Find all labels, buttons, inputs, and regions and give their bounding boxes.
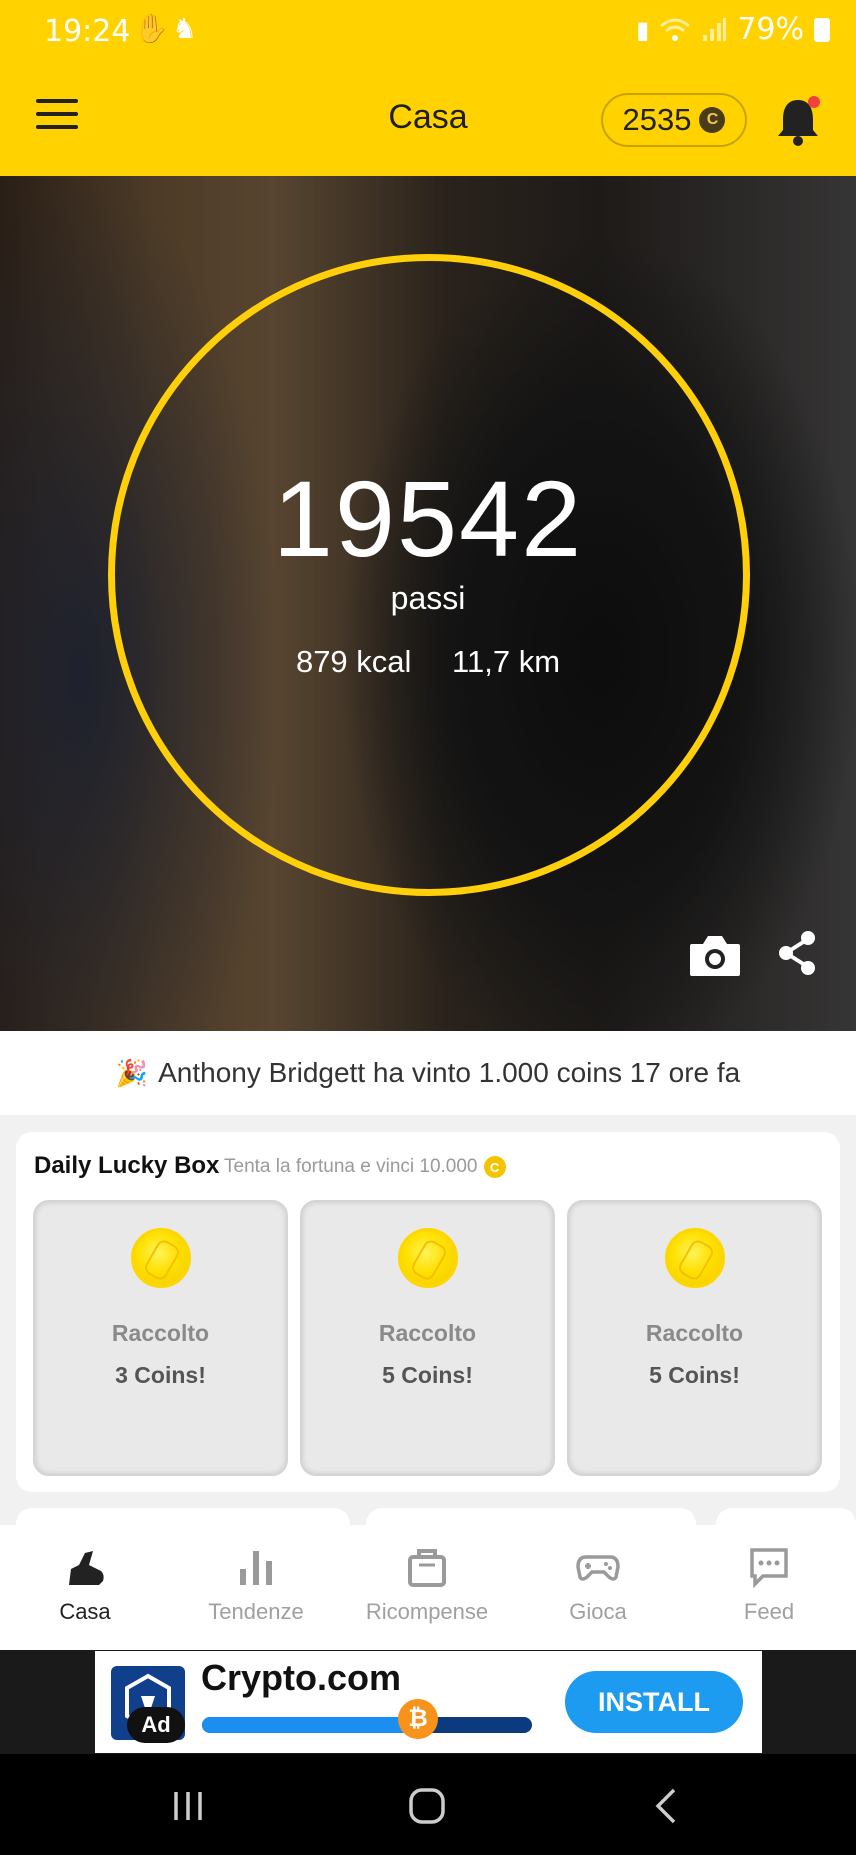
coin-icon <box>398 1228 458 1288</box>
shoe-icon <box>63 1545 107 1589</box>
bar-chart-icon <box>234 1545 278 1589</box>
bitcoin-icon: ₿ <box>398 1699 438 1739</box>
app-screen: 19:24 ✋ ♞ ▮ 79% Casa 2535 C 19542 passi … <box>0 0 856 1855</box>
ad-badge: Ad <box>127 1707 185 1743</box>
app-header: Casa 2535 C <box>0 66 856 176</box>
notification-dot <box>808 96 820 108</box>
winner-banner: 🎉 Anthony Bridgett ha vinto 1.000 coins … <box>0 1031 856 1115</box>
notification-icon: ✋ <box>134 12 169 45</box>
distance-value: 11,7 km <box>452 644 561 679</box>
steps-label: passi <box>390 580 466 616</box>
system-navigation-bar <box>0 1754 856 1855</box>
coin-icon <box>665 1228 725 1288</box>
battery-icon <box>814 17 830 42</box>
ad-banner[interactable]: Crypto.com ₿ Ad INSTALL <box>95 1651 762 1753</box>
coin-balance: 2535 <box>622 102 692 137</box>
winner-message: Anthony Bridgett ha vinto 1.000 coins 17… <box>158 1057 741 1088</box>
camera-icon[interactable] <box>688 932 742 978</box>
battery-percent: 79% <box>737 12 804 47</box>
status-right: ▮ 79% <box>636 12 830 47</box>
coin-balance-button[interactable]: 2535 C <box>601 93 747 147</box>
lucky-box-label: Raccolto <box>645 1320 744 1346</box>
bottom-navigation: Casa Tendenze Ricompense Gioca Feed <box>0 1525 856 1650</box>
lucky-box-prize: 5 Coins! <box>382 1362 473 1388</box>
coin-icon: C <box>483 1156 506 1178</box>
battery-saver-icon: ▮ <box>636 15 650 44</box>
lucky-box-subtitle: Tenta la fortuna e vinci 10.000 C <box>224 1156 506 1178</box>
activity-stats: 879 kcal 11,7 km <box>0 644 856 680</box>
coin-icon: C <box>699 107 726 133</box>
notification-bell-icon[interactable] <box>774 96 822 146</box>
status-bar: 19:24 ✋ ♞ ▮ 79% <box>0 0 856 66</box>
daily-lucky-box-card: Daily Lucky Box Tenta la fortuna e vinci… <box>16 1132 840 1492</box>
lucky-box-subtitle-text: Tenta la fortuna e vinci 10.000 <box>224 1156 478 1177</box>
lucky-box-label: Raccolto <box>111 1320 210 1346</box>
nav-label: Feed <box>743 1599 795 1624</box>
home-icon[interactable] <box>397 1784 457 1828</box>
lucky-box-3[interactable]: Raccolto 5 Coins! <box>567 1200 822 1476</box>
gamepad-icon <box>576 1545 620 1589</box>
step-count: 19542 <box>272 458 584 579</box>
nav-label: Casa <box>59 1599 111 1624</box>
nav-item-ricompense[interactable]: Ricompense <box>342 1545 512 1625</box>
lucky-box-title: Daily Lucky Box <box>34 1152 220 1179</box>
step-tracker-hero: 19542 passi 879 kcal 11,7 km <box>0 176 856 1031</box>
ad-progress-bar <box>202 1717 532 1733</box>
lucky-box-prize: 3 Coins! <box>115 1362 206 1388</box>
party-popper-icon: 🎉 <box>115 1057 149 1088</box>
nav-label: Tendenze <box>208 1599 304 1624</box>
nav-item-tendenze[interactable]: Tendenze <box>171 1545 341 1625</box>
signal-icon <box>703 17 727 41</box>
lucky-box-prize: 5 Coins! <box>649 1362 740 1388</box>
nav-label: Ricompense <box>365 1599 489 1624</box>
install-button[interactable]: INSTALL <box>565 1671 743 1733</box>
status-time: 19:24 <box>44 14 131 49</box>
share-icon[interactable] <box>776 930 818 976</box>
back-icon[interactable] <box>638 1784 698 1828</box>
wifi-icon <box>660 18 691 41</box>
nav-item-gioca[interactable]: Gioca <box>513 1545 683 1625</box>
ad-title: Crypto.com <box>201 1657 402 1698</box>
coin-icon <box>131 1228 191 1288</box>
shopping-bag-icon <box>405 1545 449 1589</box>
notification-icon: ♞ <box>172 12 198 45</box>
nav-item-feed[interactable]: Feed <box>684 1545 854 1625</box>
calories-value: 879 kcal <box>295 644 412 679</box>
nav-item-casa[interactable]: Casa <box>0 1545 170 1625</box>
lucky-box-2[interactable]: Raccolto 5 Coins! <box>300 1200 555 1476</box>
chat-bubble-icon <box>747 1545 791 1589</box>
recent-apps-icon[interactable] <box>158 1784 218 1828</box>
nav-label: Gioca <box>569 1599 627 1624</box>
lucky-box-1[interactable]: Raccolto 3 Coins! <box>33 1200 288 1476</box>
lucky-box-label: Raccolto <box>378 1320 477 1346</box>
